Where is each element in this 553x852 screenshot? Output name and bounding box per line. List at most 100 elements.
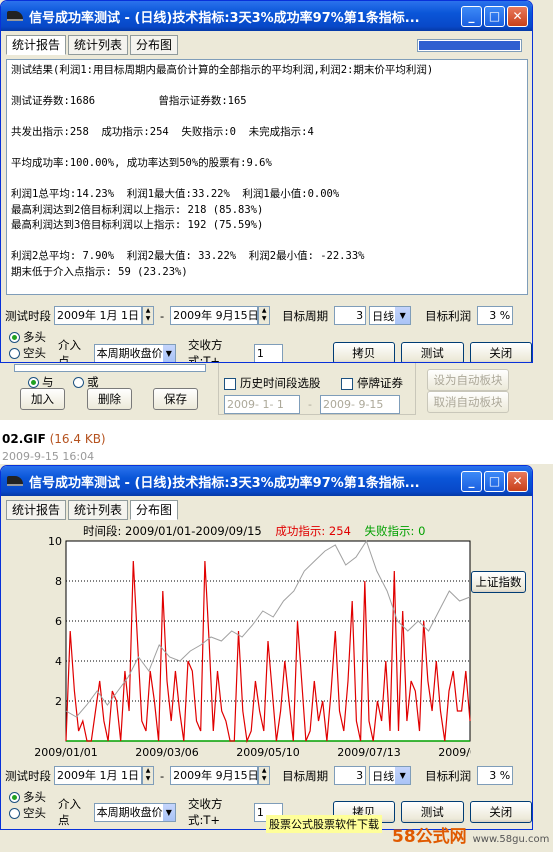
radio-or[interactable]: 或: [73, 375, 99, 389]
tab-distribution[interactable]: 分布图: [130, 500, 179, 520]
checkbox-box: [224, 377, 236, 390]
report-line: 最高利润达到3倍目标利润以上指示: 192 (75.59%): [11, 219, 264, 231]
tab-list[interactable]: 统计列表: [68, 500, 129, 520]
target-period-unit-select[interactable]: 日线 ▼: [369, 306, 412, 325]
index-button[interactable]: 上证指数: [471, 571, 526, 593]
save-button[interactable]: 保存: [153, 388, 198, 410]
close-icon[interactable]: ✕: [507, 470, 528, 492]
maximize-icon[interactable]: □: [484, 470, 505, 492]
date-start-spinner[interactable]: ▲ ▼: [142, 306, 154, 325]
x-tick-label: 2009/03/06: [135, 746, 198, 759]
cancel-auto-board-button[interactable]: 取消自动板块: [427, 391, 509, 413]
radio-and-label: 与: [42, 375, 54, 389]
tab-distribution[interactable]: 分布图: [130, 35, 179, 55]
site-logo-text: 58公式网: [392, 827, 467, 847]
target-period-unit: 日线: [372, 309, 395, 323]
date-start-spinner[interactable]: ▲ ▼: [142, 766, 154, 785]
date-end-field[interactable]: 2009年 9月15日: [170, 306, 259, 325]
minimize-icon[interactable]: _: [461, 470, 482, 492]
add-button[interactable]: 加入: [20, 388, 65, 410]
x-tick-label: 2009/01/01: [34, 746, 97, 759]
percent-sign: %: [499, 769, 511, 782]
radio-dot: [9, 348, 20, 359]
target-profit-value: 3: [489, 769, 497, 782]
delete-button[interactable]: 删除: [87, 388, 132, 410]
trade-field[interactable]: 1: [253, 343, 283, 362]
date-start-field[interactable]: 2009年 1月 1日: [54, 766, 142, 785]
suspended-checkbox[interactable]: 停牌证券: [341, 375, 403, 391]
history-checkbox[interactable]: 历史时间段选股: [224, 375, 321, 391]
date-dash: -: [160, 768, 165, 783]
window-title: 信号成功率测试 - (日线)技术指标:3天3%成功率97%第1条指标...: [29, 475, 420, 491]
report-line: [11, 141, 523, 157]
radio-short[interactable]: 空头: [9, 805, 46, 821]
target-period-unit-select[interactable]: 日线 ▼: [369, 766, 412, 785]
maximize-icon[interactable]: □: [484, 5, 505, 27]
history-date-start[interactable]: 2009- 1- 1: [224, 395, 300, 414]
signal-test-chart-window: 信号成功率测试 - (日线)技术指标:3天3%成功率97%第1条指标... _ …: [0, 465, 533, 830]
radio-long[interactable]: 多头: [9, 329, 46, 345]
target-profit-field[interactable]: 3 %: [477, 766, 514, 785]
control-row-2: 介入点 本周期收盘价 ▼ 交收方式:T+ 1 拷贝 测试 关闭: [58, 337, 532, 363]
radio-long[interactable]: 多头: [9, 789, 46, 805]
signal-test-window: 信号成功率测试 - (日线)技术指标:3天3%成功率97%第1条指标... _ …: [0, 0, 533, 363]
trade-label: 交收方式:T+: [188, 338, 223, 363]
radio-dot: [9, 332, 20, 343]
history-group: 历史时间段选股 停牌证券 2009- 1- 1 - 2009- 9-15: [218, 363, 416, 415]
date-end-spinner[interactable]: ▲ ▼: [258, 306, 271, 325]
set-auto-board-button[interactable]: 设为自动板块: [427, 369, 509, 391]
radio-and[interactable]: 与: [28, 375, 54, 389]
window-title: 信号成功率测试 - (日线)技术指标:3天3%成功率97%第1条指标...: [29, 10, 420, 26]
radio-long-label: 多头: [23, 330, 46, 344]
target-period-unit: 日线: [372, 769, 395, 783]
entry-select[interactable]: 本周期收盘价 ▼: [93, 802, 177, 822]
period-label: 测试时段: [5, 308, 51, 323]
image-caption: 02.GIF (16.4 KB): [2, 432, 106, 446]
report-line: 利润2总平均: 7.90% 利润2最大值: 33.22% 利润2最小值: -22…: [11, 250, 365, 262]
radio-dot: [73, 377, 85, 388]
title-bar[interactable]: 信号成功率测试 - (日线)技术指标:3天3%成功率97%第1条指标... _ …: [1, 466, 532, 496]
radio-dot: [9, 792, 20, 803]
target-period-label: 目标周期: [282, 308, 329, 323]
close-icon[interactable]: ✕: [507, 5, 528, 27]
radio-short-label: 空头: [23, 806, 46, 820]
percent-sign: %: [499, 309, 511, 322]
entry-value: 本周期收盘价: [96, 806, 163, 819]
target-profit-value: 3: [489, 309, 497, 322]
tab-list[interactable]: 统计列表: [68, 35, 129, 55]
date-end-field[interactable]: 2009年 9月15日: [170, 766, 259, 785]
entry-select[interactable]: 本周期收盘价 ▼: [93, 343, 177, 362]
date-start-field[interactable]: 2009年 1月 1日: [54, 306, 142, 325]
tab-report[interactable]: 统计报告: [6, 500, 67, 520]
tab-bar: 统计报告 统计列表 分布图: [6, 500, 179, 520]
history-date-end[interactable]: 2009- 9-15: [319, 395, 400, 414]
chevron-down-icon: ▼: [395, 767, 411, 784]
history-label: 历史时间段选股: [240, 376, 321, 390]
minimize-icon[interactable]: _: [461, 5, 482, 27]
y-tick-label: 2: [55, 695, 62, 708]
entry-label: 介入点: [58, 338, 81, 363]
radio-dot: [28, 377, 39, 388]
close-button[interactable]: 关闭: [469, 801, 532, 823]
trade-label: 交收方式:T+: [188, 797, 223, 827]
y-tick-label: 6: [55, 615, 62, 628]
tab-report[interactable]: 统计报告: [6, 35, 67, 55]
target-period-field[interactable]: 3: [334, 306, 367, 325]
report-line: [11, 234, 523, 250]
close-button[interactable]: 关闭: [469, 342, 532, 362]
report-line: 测试结果(利润1:用目标周期内最高价计算的全部指示的平均利润,利润2:期末价平均…: [11, 64, 434, 76]
title-bar[interactable]: 信号成功率测试 - (日线)技术指标:3天3%成功率97%第1条指标... _ …: [1, 1, 532, 31]
caption-strip: 02.GIF (16.4 KB) 2009-9-15 16:04: [0, 420, 553, 464]
report-line: [11, 172, 523, 188]
test-button[interactable]: 测试: [401, 801, 464, 823]
test-button[interactable]: 测试: [401, 342, 464, 362]
radio-short[interactable]: 空头: [9, 345, 46, 361]
app-icon: [7, 11, 23, 21]
report-text: 测试结果(利润1:用目标周期内最高价计算的全部指示的平均利润,利润2:期末价平均…: [6, 59, 528, 295]
target-period-field[interactable]: 3: [334, 766, 367, 785]
target-profit-field[interactable]: 3 %: [477, 306, 514, 325]
date-end-spinner[interactable]: ▲ ▼: [258, 766, 271, 785]
image-filename: 02.GIF: [2, 432, 46, 446]
history-date-row: 2009- 1- 1 - 2009- 9-15: [224, 395, 400, 414]
copy-button[interactable]: 拷贝: [332, 342, 396, 362]
